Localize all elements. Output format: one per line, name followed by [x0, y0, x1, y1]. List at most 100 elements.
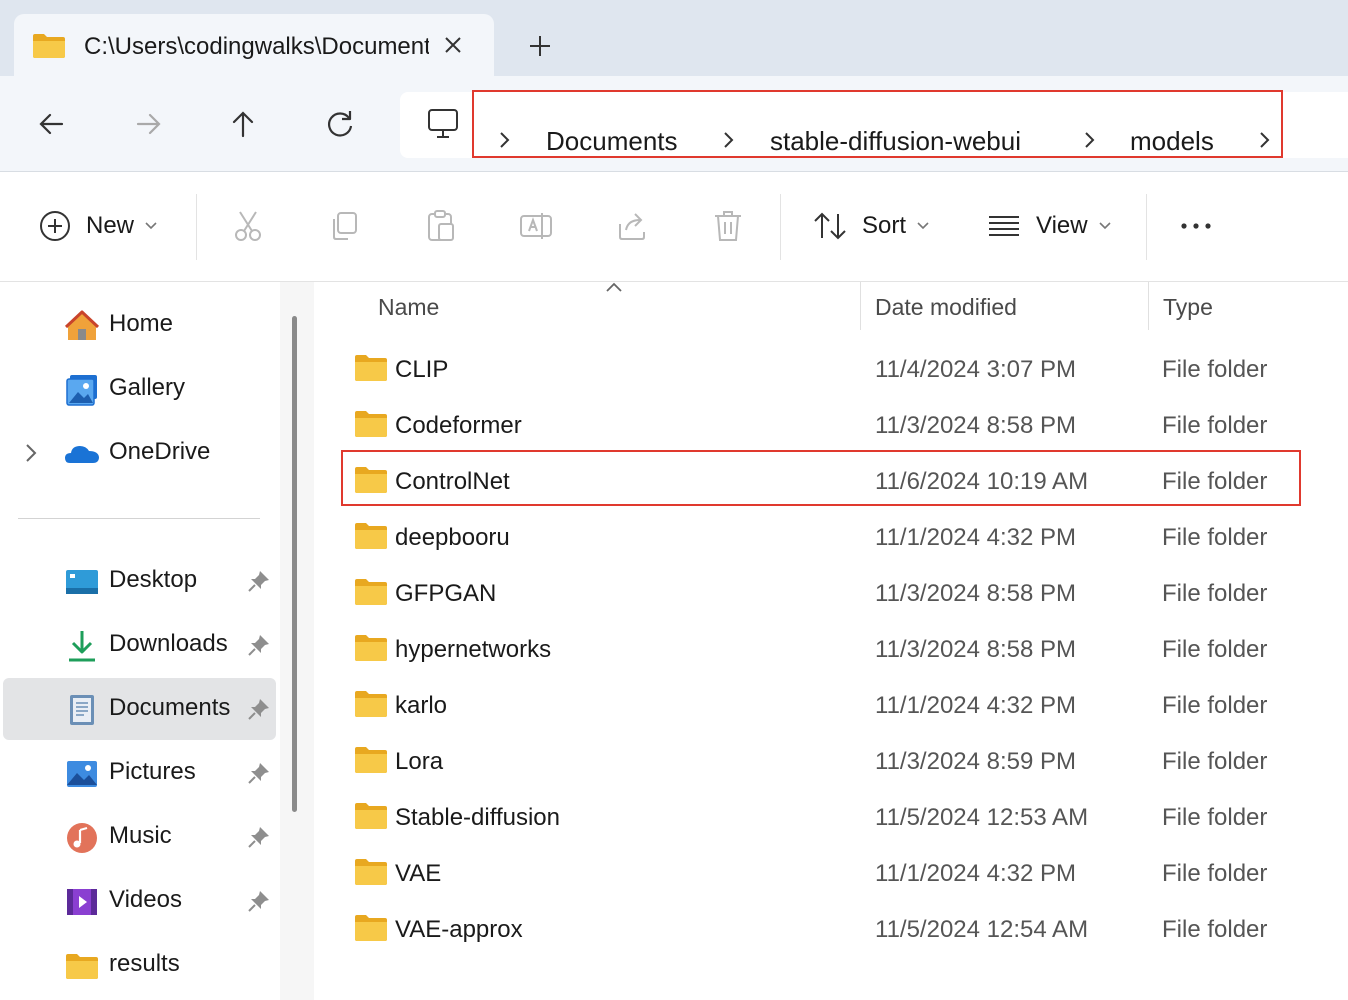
folder-icon	[354, 746, 388, 779]
file-type: File folder	[1162, 636, 1268, 663]
chevron-right-icon[interactable]	[492, 128, 516, 152]
forward-arrow-icon[interactable]	[128, 104, 168, 144]
file-row[interactable]: Stable-diffusion 11/5/2024 12:53 AM File f…	[342, 790, 1342, 846]
file-row[interactable]: karlo 11/1/2024 4:32 PM File folder	[342, 678, 1342, 734]
sidebar-item-pictures[interactable]: Pictures	[0, 742, 276, 804]
breadcrumb-documents[interactable]: Documents	[546, 126, 678, 157]
folder-icon	[354, 522, 388, 555]
sidebar-scrollbar-track[interactable]	[280, 282, 314, 1000]
sidebar-item-music[interactable]: Music	[0, 806, 276, 868]
file-date-modified: 11/6/2024 10:19 AM	[875, 468, 1089, 495]
sidebar-item-results[interactable]: results	[0, 934, 276, 996]
pin-icon[interactable]	[246, 824, 272, 850]
file-name: Stable-diffusion	[395, 804, 560, 831]
cut-icon[interactable]	[230, 208, 266, 244]
file-date-modified: 11/5/2024 12:53 AM	[875, 804, 1089, 831]
delete-icon[interactable]	[710, 208, 746, 244]
file-row[interactable]: ControlNet 11/6/2024 10:19 AM File folder	[342, 454, 1342, 510]
sidebar-item-label: Videos	[109, 886, 182, 913]
pin-icon[interactable]	[246, 760, 272, 786]
this-pc-icon[interactable]	[426, 108, 460, 140]
folder-icon	[354, 354, 388, 387]
sidebar-item-label: Music	[109, 822, 172, 849]
sidebar-item-label: Gallery	[109, 374, 186, 401]
pin-icon[interactable]	[246, 696, 272, 722]
sidebar-divider	[18, 518, 260, 519]
sidebar-item-label: OneDrive	[109, 438, 211, 465]
file-row[interactable]: GFPGAN 11/3/2024 8:58 PM File folder	[342, 566, 1342, 622]
sidebar-item-downloads[interactable]: Downloads	[0, 614, 276, 676]
sidebar-item-documents[interactable]: Documents	[3, 678, 276, 740]
file-row[interactable]: CLIP 11/4/2024 3:07 PM File folder	[342, 342, 1342, 398]
folder-icon	[33, 34, 65, 58]
sidebar-item-label: Downloads	[109, 630, 228, 657]
sort-ascending-icon	[606, 282, 622, 292]
new-button[interactable]: New	[38, 206, 158, 246]
file-row[interactable]: VAE 11/1/2024 4:32 PM File folder	[342, 846, 1342, 902]
column-header-type[interactable]: Type	[1163, 294, 1213, 321]
tab-current-folder[interactable]: C:\Users\codingwalks\Documents\stable-di…	[14, 14, 494, 76]
file-row[interactable]: Codeformer 11/3/2024 8:58 PM File folder	[342, 398, 1342, 454]
breadcrumb-models[interactable]: models	[1130, 126, 1214, 157]
folder-icon	[354, 802, 388, 835]
folder-icon	[354, 410, 388, 443]
back-arrow-icon[interactable]	[32, 104, 72, 144]
share-icon[interactable]	[614, 208, 650, 244]
column-header-name[interactable]: Name	[378, 294, 439, 321]
file-name: VAE	[395, 860, 442, 887]
sidebar-item-label: Documents	[109, 694, 231, 721]
rename-icon[interactable]	[518, 208, 554, 244]
address-bar[interactable]: Documents stable-diffusion-webui models	[400, 92, 1348, 158]
pictures-icon	[67, 761, 97, 787]
file-type: File folder	[1162, 356, 1268, 383]
sidebar-item-home[interactable]: Home	[0, 294, 276, 356]
pin-icon[interactable]	[246, 888, 272, 914]
file-name: karlo	[395, 692, 448, 719]
sort-icon	[814, 212, 846, 240]
file-type: File folder	[1162, 748, 1268, 775]
file-name: CLIP	[395, 356, 449, 383]
folder-icon	[354, 914, 388, 947]
chevron-right-icon[interactable]	[1252, 128, 1276, 152]
sidebar-item-desktop[interactable]: Desktop	[0, 550, 276, 612]
sidebar-scrollbar-thumb[interactable]	[292, 316, 297, 812]
chevron-right-icon[interactable]	[18, 440, 44, 466]
breadcrumb-stable-diffusion-webui[interactable]: stable-diffusion-webui	[770, 126, 1021, 157]
pin-icon[interactable]	[246, 568, 272, 594]
chevron-right-icon[interactable]	[1077, 128, 1101, 152]
sort-button[interactable]: Sort	[812, 206, 930, 246]
file-row[interactable]: Lora 11/3/2024 8:59 PM File folder	[342, 734, 1342, 790]
view-button[interactable]: View	[986, 206, 1112, 246]
new-tab-icon[interactable]	[522, 28, 558, 64]
pin-icon[interactable]	[246, 632, 272, 658]
file-type: File folder	[1162, 580, 1268, 607]
column-divider[interactable]	[1148, 282, 1149, 330]
close-icon[interactable]	[438, 30, 468, 60]
file-date-modified: 11/1/2024 4:32 PM	[875, 524, 1077, 551]
file-date-modified: 11/4/2024 3:07 PM	[875, 356, 1077, 383]
downloads-icon	[69, 631, 95, 662]
file-name: hypernetworks	[395, 636, 552, 663]
file-row[interactable]: deepbooru 11/1/2024 4:32 PM File folder	[342, 510, 1342, 566]
refresh-icon[interactable]	[320, 104, 360, 144]
chevron-right-icon[interactable]	[716, 128, 740, 152]
sidebar-item-label: Pictures	[109, 758, 196, 785]
sort-button-label: Sort	[862, 212, 907, 239]
file-row[interactable]: hypernetworks 11/3/2024 8:58 PM File folde…	[342, 622, 1342, 678]
file-name: Codeformer	[395, 412, 522, 439]
sidebar-item-label: Home	[109, 310, 174, 337]
sidebar-item-onedrive[interactable]: OneDrive	[0, 422, 276, 484]
column-header-date-modified[interactable]: Date modified	[875, 294, 1017, 321]
file-date-modified: 11/3/2024 8:58 PM	[875, 412, 1077, 439]
sidebar-item-gallery[interactable]: Gallery	[0, 358, 276, 420]
up-arrow-icon[interactable]	[223, 104, 263, 144]
file-date-modified: 11/1/2024 4:32 PM	[875, 692, 1077, 719]
file-date-modified: 11/5/2024 12:54 AM	[875, 916, 1089, 943]
copy-icon[interactable]	[326, 208, 362, 244]
new-button-label: New	[86, 212, 135, 239]
paste-icon[interactable]	[422, 208, 458, 244]
sidebar-item-videos[interactable]: Videos	[0, 870, 276, 932]
column-divider[interactable]	[860, 282, 861, 330]
file-row[interactable]: VAE-approx 11/5/2024 12:54 AM File folder	[342, 902, 1342, 958]
more-options-icon[interactable]	[1178, 208, 1214, 244]
